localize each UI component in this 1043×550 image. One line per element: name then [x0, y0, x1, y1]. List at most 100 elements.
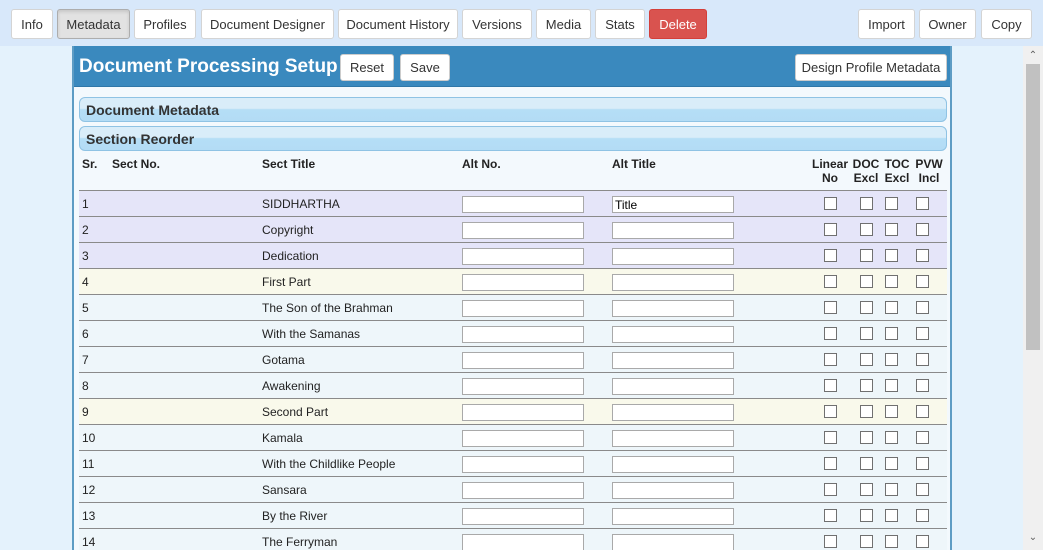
toc-excl-checkbox[interactable]	[885, 509, 898, 522]
linear-no-checkbox[interactable]	[824, 197, 837, 210]
toc-excl-checkbox[interactable]	[885, 197, 898, 210]
alt-no-input[interactable]	[462, 352, 584, 369]
scrollbar-thumb[interactable]	[1026, 64, 1040, 350]
pvw-incl-checkbox[interactable]	[916, 301, 929, 314]
chevron-down-icon[interactable]: ⌄	[1023, 530, 1043, 546]
alt-no-input[interactable]	[462, 248, 584, 265]
toc-excl-checkbox[interactable]	[885, 327, 898, 340]
linear-no-checkbox[interactable]	[824, 301, 837, 314]
accordion-section-reorder[interactable]: Section Reorder	[79, 126, 947, 151]
doc-excl-checkbox[interactable]	[860, 353, 873, 366]
design-profile-metadata-button[interactable]: Design Profile Metadata	[795, 54, 947, 81]
alt-title-input[interactable]	[612, 222, 734, 239]
alt-title-input[interactable]	[612, 456, 734, 473]
linear-no-checkbox[interactable]	[824, 275, 837, 288]
tab-info[interactable]: Info	[11, 9, 53, 39]
doc-excl-checkbox[interactable]	[860, 483, 873, 496]
toc-excl-checkbox[interactable]	[885, 353, 898, 366]
alt-no-input[interactable]	[462, 300, 584, 317]
toc-excl-checkbox[interactable]	[885, 223, 898, 236]
doc-excl-checkbox[interactable]	[860, 405, 873, 418]
reset-button[interactable]: Reset	[340, 54, 394, 81]
linear-no-checkbox[interactable]	[824, 405, 837, 418]
linear-no-checkbox[interactable]	[824, 249, 837, 262]
alt-title-input[interactable]	[612, 404, 734, 421]
toc-excl-checkbox[interactable]	[885, 301, 898, 314]
linear-no-checkbox[interactable]	[824, 353, 837, 366]
alt-title-input[interactable]	[612, 508, 734, 525]
tab-metadata[interactable]: Metadata	[57, 9, 130, 39]
doc-excl-checkbox[interactable]	[860, 457, 873, 470]
alt-no-input[interactable]	[462, 196, 584, 213]
toc-excl-checkbox[interactable]	[885, 249, 898, 262]
doc-excl-checkbox[interactable]	[860, 379, 873, 392]
alt-no-input[interactable]	[462, 274, 584, 291]
vertical-scrollbar[interactable]: ⌃ ⌄	[1023, 46, 1043, 550]
copy-button[interactable]: Copy	[981, 9, 1032, 39]
linear-no-checkbox[interactable]	[824, 509, 837, 522]
alt-no-input[interactable]	[462, 456, 584, 473]
alt-no-input[interactable]	[462, 404, 584, 421]
chevron-up-icon[interactable]: ⌃	[1023, 48, 1043, 64]
alt-title-input[interactable]	[612, 378, 734, 395]
alt-no-input[interactable]	[462, 378, 584, 395]
tab-document-history[interactable]: Document History	[338, 9, 458, 39]
pvw-incl-checkbox[interactable]	[916, 431, 929, 444]
alt-title-input[interactable]	[612, 352, 734, 369]
pvw-incl-checkbox[interactable]	[916, 197, 929, 210]
toc-excl-checkbox[interactable]	[885, 405, 898, 418]
tab-document-designer[interactable]: Document Designer	[201, 9, 334, 39]
import-button[interactable]: Import	[858, 9, 915, 39]
alt-title-input[interactable]	[612, 248, 734, 265]
doc-excl-checkbox[interactable]	[860, 535, 873, 548]
toc-excl-checkbox[interactable]	[885, 275, 898, 288]
linear-no-checkbox[interactable]	[824, 457, 837, 470]
tab-media[interactable]: Media	[536, 9, 591, 39]
accordion-document-metadata[interactable]: Document Metadata	[79, 97, 947, 122]
toc-excl-checkbox[interactable]	[885, 431, 898, 444]
pvw-incl-checkbox[interactable]	[916, 405, 929, 418]
doc-excl-checkbox[interactable]	[860, 249, 873, 262]
linear-no-checkbox[interactable]	[824, 535, 837, 548]
tab-versions[interactable]: Versions	[462, 9, 532, 39]
alt-no-input[interactable]	[462, 482, 584, 499]
doc-excl-checkbox[interactable]	[860, 275, 873, 288]
linear-no-checkbox[interactable]	[824, 431, 837, 444]
linear-no-checkbox[interactable]	[824, 223, 837, 236]
pvw-incl-checkbox[interactable]	[916, 275, 929, 288]
pvw-incl-checkbox[interactable]	[916, 249, 929, 262]
alt-no-input[interactable]	[462, 508, 584, 525]
alt-title-input[interactable]	[612, 534, 734, 550]
linear-no-checkbox[interactable]	[824, 327, 837, 340]
alt-title-input[interactable]	[612, 300, 734, 317]
doc-excl-checkbox[interactable]	[860, 327, 873, 340]
alt-title-input[interactable]	[612, 482, 734, 499]
doc-excl-checkbox[interactable]	[860, 509, 873, 522]
pvw-incl-checkbox[interactable]	[916, 379, 929, 392]
alt-no-input[interactable]	[462, 534, 584, 550]
toc-excl-checkbox[interactable]	[885, 379, 898, 392]
toc-excl-checkbox[interactable]	[885, 535, 898, 548]
save-button[interactable]: Save	[400, 54, 450, 81]
tab-profiles[interactable]: Profiles	[134, 9, 196, 39]
alt-title-input[interactable]	[612, 196, 734, 213]
alt-no-input[interactable]	[462, 326, 584, 343]
toc-excl-checkbox[interactable]	[885, 457, 898, 470]
alt-title-input[interactable]	[612, 430, 734, 447]
pvw-incl-checkbox[interactable]	[916, 223, 929, 236]
alt-no-input[interactable]	[462, 430, 584, 447]
tab-stats[interactable]: Stats	[595, 9, 645, 39]
owner-button[interactable]: Owner	[919, 9, 976, 39]
doc-excl-checkbox[interactable]	[860, 223, 873, 236]
linear-no-checkbox[interactable]	[824, 483, 837, 496]
doc-excl-checkbox[interactable]	[860, 301, 873, 314]
pvw-incl-checkbox[interactable]	[916, 483, 929, 496]
toc-excl-checkbox[interactable]	[885, 483, 898, 496]
alt-title-input[interactable]	[612, 274, 734, 291]
delete-button[interactable]: Delete	[649, 9, 707, 39]
pvw-incl-checkbox[interactable]	[916, 353, 929, 366]
alt-no-input[interactable]	[462, 222, 584, 239]
pvw-incl-checkbox[interactable]	[916, 457, 929, 470]
pvw-incl-checkbox[interactable]	[916, 535, 929, 548]
linear-no-checkbox[interactable]	[824, 379, 837, 392]
